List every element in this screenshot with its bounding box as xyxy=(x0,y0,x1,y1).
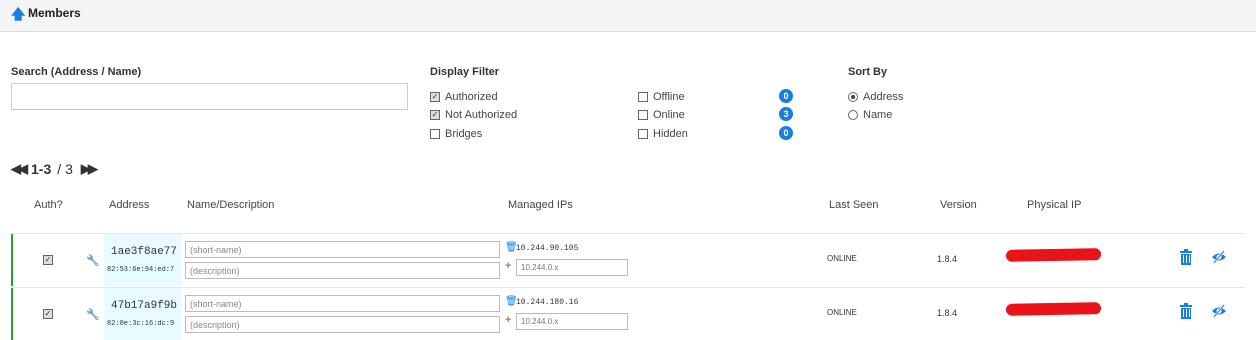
auth-checkbox[interactable]: ✓ xyxy=(43,255,53,265)
short-name-input[interactable] xyxy=(185,295,500,312)
add-ip-icon[interactable]: + xyxy=(505,314,511,326)
page-total: 3 xyxy=(65,161,73,177)
filter-authorized-label: Authorized xyxy=(445,91,498,103)
last-seen-status: ONLINE xyxy=(827,308,857,317)
wrench-icon[interactable]: 🔧 xyxy=(86,254,100,267)
sort-by-label: Sort By xyxy=(848,66,888,78)
column-header-managed-ips[interactable]: Managed IPs xyxy=(508,199,573,211)
section-title: Members xyxy=(28,6,81,20)
managed-ip: 10.244.180.16 xyxy=(516,298,579,307)
sort-address[interactable]: Address xyxy=(848,90,903,104)
mac-address: 82:53:6e:94:ed:7 xyxy=(107,266,175,274)
sort-name-label: Name xyxy=(863,109,893,121)
members-header: 🡅 Members xyxy=(0,0,1256,32)
page-range: 1-3 xyxy=(31,161,52,177)
filter-not-authorized[interactable]: ✓ Not Authorized xyxy=(430,108,517,122)
managed-ip: 10.244.90.105 xyxy=(516,244,579,253)
authorized-checkbox[interactable]: ✓ xyxy=(430,92,440,102)
filter-online[interactable]: Online xyxy=(638,108,685,122)
filter-bridges-label: Bridges xyxy=(445,128,483,140)
table-row: ✓ 🔧 47b17a9f9b 82:0e:3c:16:dc:9 🗑 10.244… xyxy=(11,287,1245,340)
previous-page-icon[interactable]: ◀◀ xyxy=(11,161,28,177)
node-id: 1ae3f8ae77 xyxy=(111,246,178,258)
description-input[interactable] xyxy=(185,316,500,333)
column-header-name[interactable]: Name/Description xyxy=(187,199,274,211)
pagination: ◀◀ 1-3 / 3 ▶▶ xyxy=(11,160,98,178)
search-input[interactable] xyxy=(11,83,408,110)
description-input[interactable] xyxy=(185,262,500,279)
redacted-physical-ip xyxy=(1005,248,1102,262)
add-ip-icon[interactable]: + xyxy=(505,260,511,272)
sort-name-radio[interactable] xyxy=(848,110,858,120)
not-authorized-checkbox[interactable]: ✓ xyxy=(430,110,440,120)
filter-hidden-label: Hidden xyxy=(653,128,688,140)
node-id: 47b17a9f9b xyxy=(111,300,178,312)
column-header-physical-ip[interactable]: Physical IP xyxy=(1027,199,1081,211)
arrow-up-icon[interactable]: 🡅 xyxy=(11,4,25,28)
filter-authorized[interactable]: ✓ Authorized xyxy=(430,90,498,104)
wrench-icon[interactable]: 🔧 xyxy=(86,308,100,321)
next-page-icon[interactable]: ▶▶ xyxy=(81,161,98,177)
page-separator: / xyxy=(57,161,62,177)
hidden-checkbox[interactable] xyxy=(638,129,648,139)
filter-online-label: Online xyxy=(653,109,685,121)
add-ip-input[interactable] xyxy=(516,259,628,276)
column-header-version[interactable]: Version xyxy=(940,199,977,211)
hide-member-icon[interactable] xyxy=(1211,303,1227,319)
add-ip-input[interactable] xyxy=(516,313,628,330)
filter-offline-label: Offline xyxy=(653,91,685,103)
column-header-address[interactable]: Address xyxy=(109,199,149,211)
last-seen-status: ONLINE xyxy=(827,254,857,263)
offline-checkbox[interactable] xyxy=(638,92,648,102)
online-count-badge: 3 xyxy=(779,107,793,121)
auth-checkbox[interactable]: ✓ xyxy=(43,309,53,319)
version-value: 1.8.4 xyxy=(937,308,958,318)
hide-member-icon[interactable] xyxy=(1211,249,1227,265)
table-row: ✓ 🔧 1ae3f8ae77 82:53:6e:94:ed:7 🗑 10.244… xyxy=(11,233,1245,286)
redacted-physical-ip xyxy=(1005,302,1102,316)
filter-offline[interactable]: Offline xyxy=(638,90,685,104)
offline-count-badge: 0 xyxy=(779,89,793,103)
column-header-auth[interactable]: Auth? xyxy=(34,199,63,211)
version-value: 1.8.4 xyxy=(937,254,958,264)
mac-address: 82:0e:3c:16:dc:9 xyxy=(107,320,175,328)
filter-not-authorized-label: Not Authorized xyxy=(445,109,518,121)
search-label: Search (Address / Name) xyxy=(11,66,142,78)
delete-member-icon[interactable] xyxy=(1179,303,1193,319)
sort-address-label: Address xyxy=(863,91,904,103)
filter-hidden[interactable]: Hidden xyxy=(638,127,688,141)
sort-address-radio[interactable] xyxy=(848,92,858,102)
online-indicator-bar xyxy=(11,288,13,340)
filter-bridges[interactable]: Bridges xyxy=(430,127,482,141)
bridges-checkbox[interactable] xyxy=(430,129,440,139)
column-header-last-seen[interactable]: Last Seen xyxy=(829,199,879,211)
address-cell: 1ae3f8ae77 82:53:6e:94:ed:7 xyxy=(104,234,182,286)
delete-member-icon[interactable] xyxy=(1179,249,1193,265)
sort-name[interactable]: Name xyxy=(848,108,892,122)
short-name-input[interactable] xyxy=(185,241,500,258)
display-filter-label: Display Filter xyxy=(430,66,500,78)
online-checkbox[interactable] xyxy=(638,110,648,120)
address-cell: 47b17a9f9b 82:0e:3c:16:dc:9 xyxy=(104,288,182,340)
hidden-count-badge: 0 xyxy=(779,126,793,140)
online-indicator-bar xyxy=(11,234,13,286)
